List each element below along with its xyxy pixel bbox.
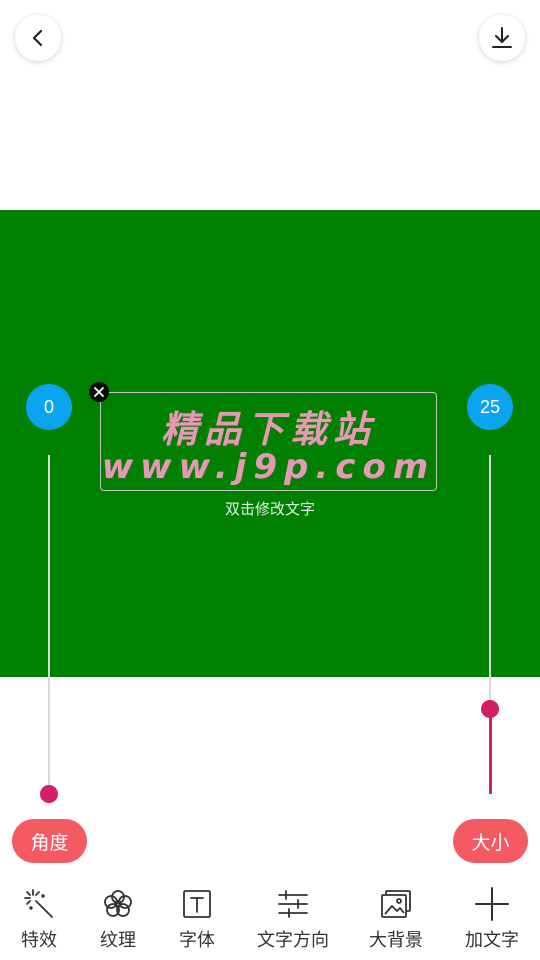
image-icon: [378, 886, 414, 922]
edit-hint: 双击修改文字: [224, 500, 315, 518]
text-box-icon: [179, 886, 215, 922]
download-button[interactable]: [479, 15, 525, 61]
tool-effects[interactable]: 特效: [14, 886, 64, 954]
angle-slider-track[interactable]: [48, 455, 50, 794]
sticker-text-line-1: 精品下载站: [161, 408, 376, 451]
tool-big-background-label: 大背景: [369, 930, 423, 951]
magic-wand-icon: [21, 886, 57, 922]
angle-label: 角度: [12, 819, 87, 863]
back-button[interactable]: [15, 15, 61, 61]
tool-font[interactable]: 字体: [172, 886, 222, 954]
tool-font-label: 字体: [179, 930, 215, 951]
size-label: 大小: [453, 819, 528, 863]
size-value-bubble: 25: [467, 384, 513, 430]
size-slider-fill: [489, 709, 492, 794]
angle-slider-handle[interactable]: [40, 785, 58, 803]
flower-icon: [100, 886, 136, 922]
close-icon: [94, 387, 104, 397]
tool-effects-label: 特效: [21, 930, 57, 951]
plus-icon: [474, 886, 510, 922]
tool-text-direction[interactable]: 文字方向: [252, 886, 334, 954]
tool-add-text[interactable]: 加文字: [458, 886, 526, 954]
size-slider-handle[interactable]: [481, 700, 499, 719]
delete-sticker-button[interactable]: [89, 382, 109, 402]
chevron-left-icon: [32, 29, 43, 47]
tool-add-text-label: 加文字: [465, 930, 519, 951]
sticker-text-line-2: www.j9p.com: [101, 447, 436, 487]
download-icon: [492, 27, 512, 48]
text-sticker[interactable]: 精品下载站 www.j9p.com: [100, 392, 437, 491]
tool-texture[interactable]: 纹理: [93, 886, 143, 954]
tool-texture-label: 纹理: [100, 930, 136, 951]
size-slider-track[interactable]: [489, 455, 491, 710]
tool-text-direction-label: 文字方向: [257, 930, 329, 951]
angle-value-bubble: 0: [26, 384, 72, 430]
tool-big-background[interactable]: 大背景: [362, 886, 430, 954]
sliders-icon: [275, 886, 311, 922]
